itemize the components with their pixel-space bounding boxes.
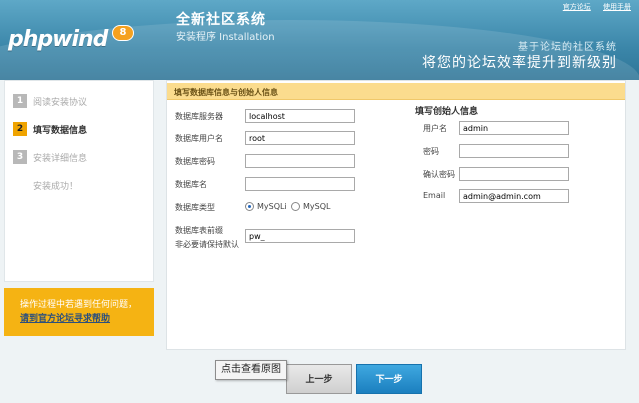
admin-email-input[interactable] bbox=[459, 189, 569, 203]
admin-confirm-label: 确认密码 bbox=[423, 170, 455, 179]
header-banner: phpwind 8 全新社区系统 安装程序 Installation 官方论坛 … bbox=[0, 0, 639, 80]
admin-email-label: Email bbox=[423, 191, 446, 200]
step-number: 2 bbox=[13, 122, 27, 136]
form-panel: 填写数据库信息与创始人信息 数据库服务器 数据库用户名 数据库密码 数据库名 数… bbox=[166, 80, 626, 350]
step-label: 安装详细信息 bbox=[33, 154, 88, 164]
step-install-details: 3 安装详细信息 bbox=[11, 149, 151, 165]
slogan-line-2: 将您的论坛效率提升到新级别 bbox=[422, 55, 617, 71]
slogan-line-1: 基于论坛的社区系统 bbox=[518, 42, 617, 53]
db-type-label: 数据库类型 bbox=[175, 203, 215, 212]
help-text: 操作过程中若遇到任何问题， bbox=[20, 300, 138, 310]
db-server-input[interactable] bbox=[245, 109, 355, 123]
step-label: 安装成功！ bbox=[33, 182, 79, 192]
help-forum-link[interactable]: 请到官方论坛寻求帮助 bbox=[20, 312, 148, 326]
official-forum-link[interactable]: 官方论坛 bbox=[563, 3, 591, 11]
version-badge: 8 bbox=[112, 25, 134, 41]
admin-section-title: 填写创始人信息 bbox=[415, 107, 479, 117]
db-password-row: 数据库密码 bbox=[175, 154, 375, 168]
db-prefix-hint: 非必要请保持默认 bbox=[175, 240, 239, 249]
logo-text: phpwind bbox=[8, 27, 108, 52]
radio-mysqli[interactable] bbox=[245, 202, 254, 211]
step-read-agreement: 1 阅读安装协议 bbox=[11, 93, 151, 109]
app-subtitle: 安装程序 Installation bbox=[176, 32, 275, 43]
radio-mysqli-label[interactable]: MySQLi bbox=[257, 202, 287, 211]
step-fill-data: 2 填写数据信息 bbox=[11, 121, 151, 137]
step-label: 填写数据信息 bbox=[33, 126, 88, 136]
view-original-tooltip: 点击查看原图 bbox=[215, 360, 287, 380]
step-number: 1 bbox=[13, 94, 27, 108]
top-links: 官方论坛 使用手册 bbox=[553, 2, 631, 12]
phpwind-logo[interactable]: phpwind 8 bbox=[4, 14, 134, 52]
admin-email-row: Email bbox=[423, 189, 623, 203]
prev-step-button[interactable]: 上一步 bbox=[286, 364, 352, 394]
radio-mysql-label[interactable]: MySQL bbox=[303, 202, 330, 211]
db-server-row: 数据库服务器 bbox=[175, 109, 375, 123]
step-label: 阅读安装协议 bbox=[33, 98, 88, 108]
db-password-label: 数据库密码 bbox=[175, 157, 215, 166]
user-manual-link[interactable]: 使用手册 bbox=[603, 3, 631, 11]
step-number: 3 bbox=[13, 150, 27, 164]
db-prefix-label: 数据库表前缀 bbox=[175, 226, 223, 235]
admin-user-input[interactable] bbox=[459, 121, 569, 135]
app-title: 全新社区系统 bbox=[176, 12, 266, 28]
admin-password-label: 密码 bbox=[423, 147, 439, 156]
step-install-success: 安装成功！ bbox=[11, 177, 151, 193]
db-user-label: 数据库用户名 bbox=[175, 134, 223, 143]
db-user-input[interactable] bbox=[245, 131, 355, 145]
panel-title: 填写数据库信息与创始人信息 bbox=[167, 83, 625, 100]
db-prefix-row: 数据库表前缀 非必要请保持默认 bbox=[175, 223, 375, 253]
admin-user-label: 用户名 bbox=[423, 124, 447, 133]
db-name-row: 数据库名 bbox=[175, 177, 375, 191]
db-name-input[interactable] bbox=[245, 177, 355, 191]
install-steps: 1 阅读安装协议 2 填写数据信息 3 安装详细信息 安装成功！ bbox=[4, 80, 154, 282]
admin-password-input[interactable] bbox=[459, 144, 569, 158]
help-box: 操作过程中若遇到任何问题， 请到官方论坛寻求帮助 bbox=[4, 288, 154, 336]
next-step-button[interactable]: 下一步 bbox=[356, 364, 422, 394]
db-user-row: 数据库用户名 bbox=[175, 131, 375, 145]
radio-mysql[interactable] bbox=[291, 202, 300, 211]
admin-user-row: 用户名 bbox=[423, 121, 623, 135]
admin-password-row: 密码 bbox=[423, 144, 623, 158]
db-type-row: 数据库类型 MySQLi MySQL bbox=[175, 200, 375, 214]
db-name-label: 数据库名 bbox=[175, 180, 207, 189]
db-password-input[interactable] bbox=[245, 154, 355, 168]
db-prefix-input[interactable] bbox=[245, 229, 355, 243]
admin-confirm-row: 确认密码 bbox=[423, 167, 623, 181]
admin-confirm-input[interactable] bbox=[459, 167, 569, 181]
db-server-label: 数据库服务器 bbox=[175, 112, 223, 121]
